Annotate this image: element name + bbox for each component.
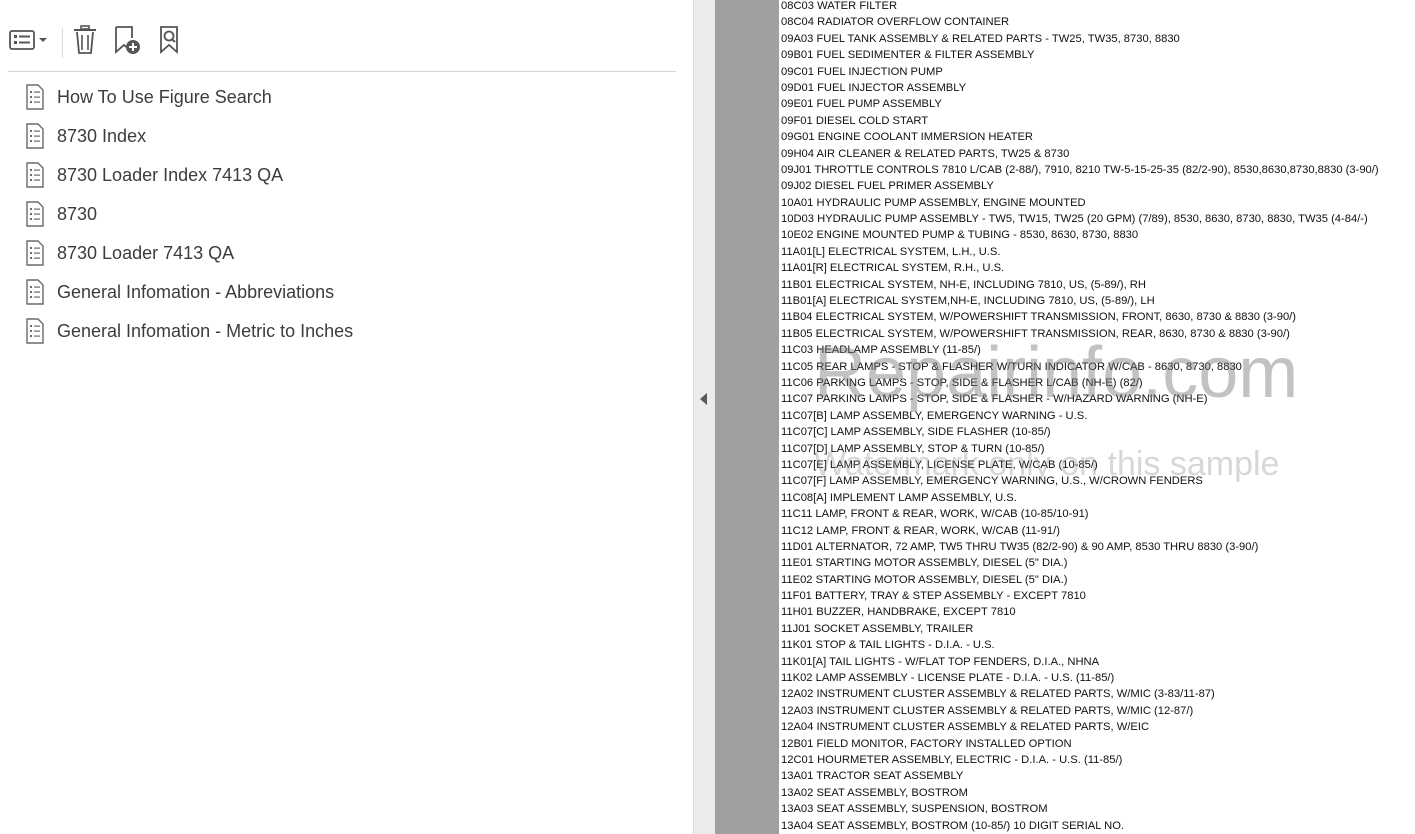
parts-index-line: 13A02 SEAT ASSEMBLY, BOSTROM — [781, 786, 968, 799]
bookmarks-panel: How To Use Figure Search 8730 Index 8730 L… — [0, 0, 693, 834]
document-page: 08C03 WATER FILTER 08C04 RADIATOR OVERFLO… — [779, 0, 1415, 834]
parts-index-line: 11C07[E] LAMP ASSEMBLY, LICENSE PLATE, W… — [781, 458, 1098, 471]
parts-index-line: 11C06 PARKING LAMPS - STOP, SIDE & FLASH… — [781, 376, 1143, 389]
bookmarks-toolbar — [0, 16, 680, 70]
document-gutter — [715, 0, 779, 834]
new-bookmark-button[interactable] — [108, 25, 144, 59]
bookmark-page-icon — [24, 84, 48, 110]
parts-index-line: 13A01 TRACTOR SEAT ASSEMBLY — [781, 770, 964, 783]
parts-index-line: 10A01 HYDRAULIC PUMP ASSEMBLY, ENGINE MO… — [781, 196, 1086, 209]
options-menu-button[interactable] — [6, 25, 50, 59]
bookmark-page-icon — [24, 279, 48, 305]
bookmark-page-icon — [24, 318, 48, 344]
bookmark-search-icon — [154, 24, 186, 61]
bookmark-item[interactable]: How To Use Figure Search — [24, 80, 272, 114]
parts-index-line: 11C07[F] LAMP ASSEMBLY, EMERGENCY WARNIN… — [781, 475, 1203, 488]
parts-index-line: 12A03 INSTRUMENT CLUSTER ASSEMBLY & RELA… — [781, 704, 1194, 717]
bookmark-label: 8730 Index — [57, 125, 147, 146]
parts-index-line: 11K02 LAMP ASSEMBLY - LICENSE PLATE - D.… — [781, 672, 1115, 685]
bookmark-item[interactable]: 8730 — [24, 197, 97, 231]
parts-index-line: 08C04 RADIATOR OVERFLOW CONTAINER — [781, 16, 1010, 29]
collapse-panel-icon[interactable] — [700, 393, 707, 405]
bookmark-item[interactable]: 8730 Loader Index 7413 QA — [24, 158, 283, 192]
parts-index-line: 09J02 DIESEL FUEL PRIMER ASSEMBLY — [781, 180, 994, 193]
parts-index-line: 11K01 STOP & TAIL LIGHTS - D.I.A. - U.S. — [781, 639, 995, 652]
parts-index-line: 11J01 SOCKET ASSEMBLY, TRAILER — [781, 622, 974, 635]
parts-index-line: 11E02 STARTING MOTOR ASSEMBLY, DIESEL (5… — [781, 573, 1068, 586]
bookmark-item[interactable]: 8730 Index — [24, 119, 146, 153]
parts-index-line: 11C12 LAMP, FRONT & REAR, WORK, W/CAB (1… — [781, 524, 1060, 537]
list-options-icon — [8, 28, 48, 57]
find-bookmark-button[interactable] — [152, 25, 188, 59]
parts-index-line: 09E01 FUEL PUMP ASSEMBLY — [781, 98, 942, 111]
parts-index-line: 08C03 WATER FILTER — [781, 0, 898, 12]
parts-index-line: 09J01 THROTTLE CONTROLS 7810 L/CAB (2-88… — [781, 163, 1379, 176]
parts-index-line: 12A04 INSTRUMENT CLUSTER ASSEMBLY & RELA… — [781, 721, 1150, 734]
parts-index-line: 11F01 BATTERY, TRAY & STEP ASSEMBLY - EX… — [781, 590, 1086, 603]
parts-index-line: 11C07[B] LAMP ASSEMBLY, EMERGENCY WARNIN… — [781, 409, 1088, 422]
bookmark-label: 8730 Loader 7413 QA — [57, 242, 235, 263]
parts-index-line: 11C07[D] LAMP ASSEMBLY, STOP & TURN (10-… — [781, 442, 1045, 455]
parts-index-line: 12B01 FIELD MONITOR, FACTORY INSTALLED O… — [781, 737, 1072, 750]
bookmark-page-icon — [24, 240, 48, 266]
parts-index-line: 12A02 INSTRUMENT CLUSTER ASSEMBLY & RELA… — [781, 688, 1215, 701]
parts-index-line: 11C03 HEADLAMP ASSEMBLY (11-85/) — [781, 344, 981, 357]
parts-index-line: 11C05 REAR LAMPS - STOP & FLASHER W/TURN… — [781, 360, 1242, 373]
parts-index-line: 09H04 AIR CLEANER & RELATED PARTS, TW25 … — [781, 147, 1070, 160]
trash-icon — [71, 24, 99, 60]
bookmark-item[interactable]: General Infomation - Abbreviations — [24, 275, 334, 309]
bookmark-add-icon — [110, 24, 142, 61]
parts-index-line: 11A01[R] ELECTRICAL SYSTEM, R.H., U.S. — [781, 262, 1005, 275]
parts-index-line: 10D03 HYDRAULIC PUMP ASSEMBLY - TW5, TW1… — [781, 213, 1368, 226]
bookmark-page-icon — [24, 123, 48, 149]
parts-index-line: 11K01[A] TAIL LIGHTS - W/FLAT TOP FENDER… — [781, 655, 1100, 668]
panel-splitter[interactable] — [693, 0, 716, 834]
parts-index-line: 09D01 FUEL INJECTOR ASSEMBLY — [781, 81, 967, 94]
parts-index-line: 11D01 ALTERNATOR, 72 AMP, TW5 THRU TW35 … — [781, 540, 1259, 553]
bookmark-item[interactable]: General Infomation - Metric to Inches — [24, 314, 353, 348]
bookmark-label: General Infomation - Abbreviations — [57, 281, 335, 302]
parts-index-line: 11B04 ELECTRICAL SYSTEM, W/POWERSHIFT TR… — [781, 311, 1296, 324]
bookmark-page-icon — [24, 162, 48, 188]
parts-index-line: 13A03 SEAT ASSEMBLY, SUSPENSION, BOSTROM — [781, 803, 1048, 816]
parts-index-line: 11H01 BUZZER, HANDBRAKE, EXCEPT 7810 — [781, 606, 1016, 619]
parts-index-line: 11E01 STARTING MOTOR ASSEMBLY, DIESEL (5… — [781, 557, 1068, 570]
parts-index-line: 11B05 ELECTRICAL SYSTEM, W/POWERSHIFT TR… — [781, 327, 1290, 340]
parts-index-line: 11B01[A] ELECTRICAL SYSTEM,NH-E, INCLUDI… — [781, 295, 1155, 308]
parts-index-line: 11C08[A] IMPLEMENT LAMP ASSEMBLY, U.S. — [781, 491, 1017, 504]
toolbar-divider — [8, 71, 676, 72]
parts-index-line: 11B01 ELECTRICAL SYSTEM, NH-E, INCLUDING… — [781, 278, 1146, 291]
parts-index-line: 09A03 FUEL TANK ASSEMBLY & RELATED PARTS… — [781, 32, 1180, 45]
bookmark-label: General Infomation - Metric to Inches — [57, 320, 354, 341]
bookmark-label: How To Use Figure Search — [57, 86, 272, 107]
parts-index-line: 09G01 ENGINE COOLANT IMMERSION HEATER — [781, 131, 1033, 144]
bookmark-page-icon — [24, 201, 48, 227]
parts-index-line: 09C01 FUEL INJECTION PUMP — [781, 65, 943, 78]
parts-index-line: 11A01[L] ELECTRICAL SYSTEM, L.H., U.S. — [781, 245, 1001, 258]
parts-index-line: 10E02 ENGINE MOUNTED PUMP & TUBING - 853… — [781, 229, 1139, 242]
parts-index-line: 13A04 SEAT ASSEMBLY, BOSTROM (10-85/) 10… — [781, 819, 1125, 832]
bookmark-label: 8730 — [57, 203, 98, 224]
parts-index-line: 11C07[C] LAMP ASSEMBLY, SIDE FLASHER (10… — [781, 426, 1051, 439]
toolbar-separator — [62, 28, 63, 58]
parts-index-line: 11C07 PARKING LAMPS - STOP, SIDE & FLASH… — [781, 393, 1208, 406]
bookmark-item[interactable]: 8730 Loader 7413 QA — [24, 236, 234, 270]
parts-index-line: 09B01 FUEL SEDIMENTER & FILTER ASSEMBLY — [781, 49, 1035, 62]
parts-index-list: 08C03 WATER FILTER 08C04 RADIATOR OVERFLO… — [781, 0, 1415, 834]
bookmark-label: 8730 Loader Index 7413 QA — [57, 164, 284, 185]
parts-index-line: 12C01 HOURMETER ASSEMBLY, ELECTRIC - D.I… — [781, 753, 1123, 766]
parts-index-line: 11C11 LAMP, FRONT & REAR, WORK, W/CAB (1… — [781, 508, 1089, 521]
delete-bookmark-button[interactable] — [68, 24, 102, 60]
parts-index-line: 09F01 DIESEL COLD START — [781, 114, 929, 127]
